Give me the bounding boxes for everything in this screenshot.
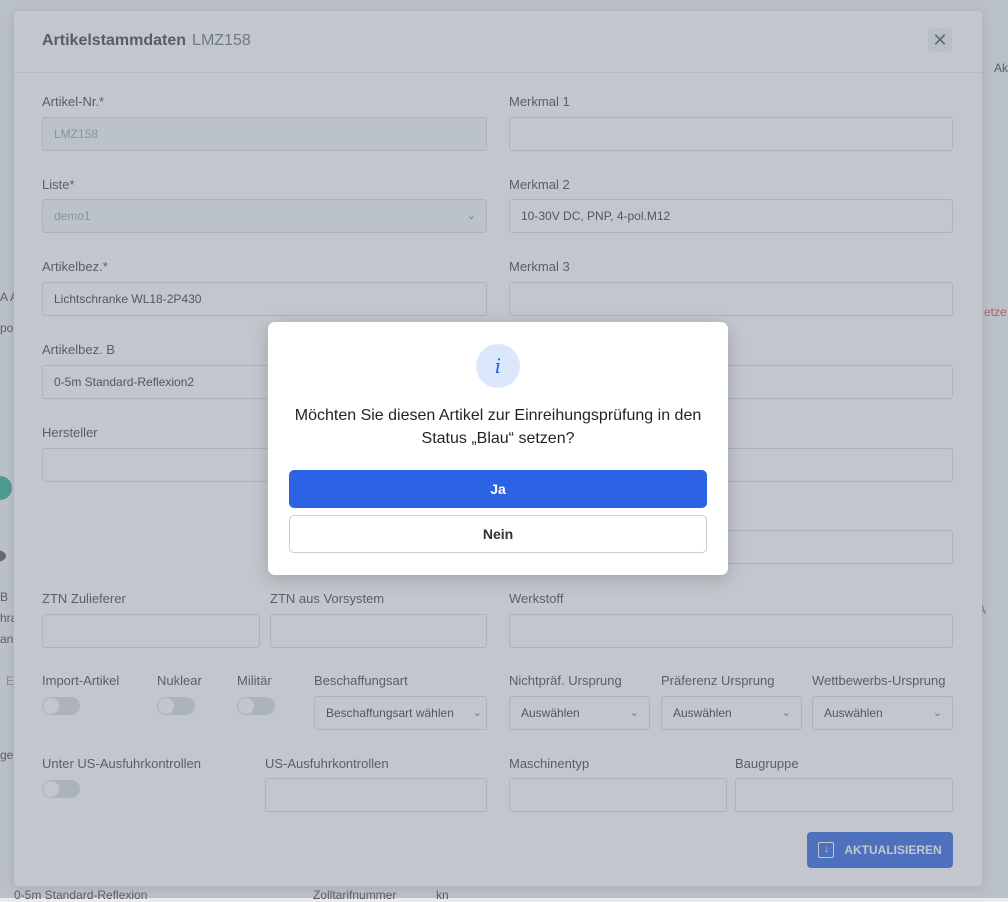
info-icon: i (476, 344, 520, 388)
dialog-message: Möchten Sie diesen Artikel zur Einreihun… (294, 407, 702, 447)
no-button[interactable]: Nein (289, 515, 707, 553)
confirm-dialog: i Möchten Sie diesen Artikel zur Einreih… (268, 322, 728, 575)
yes-button[interactable]: Ja (289, 470, 707, 508)
